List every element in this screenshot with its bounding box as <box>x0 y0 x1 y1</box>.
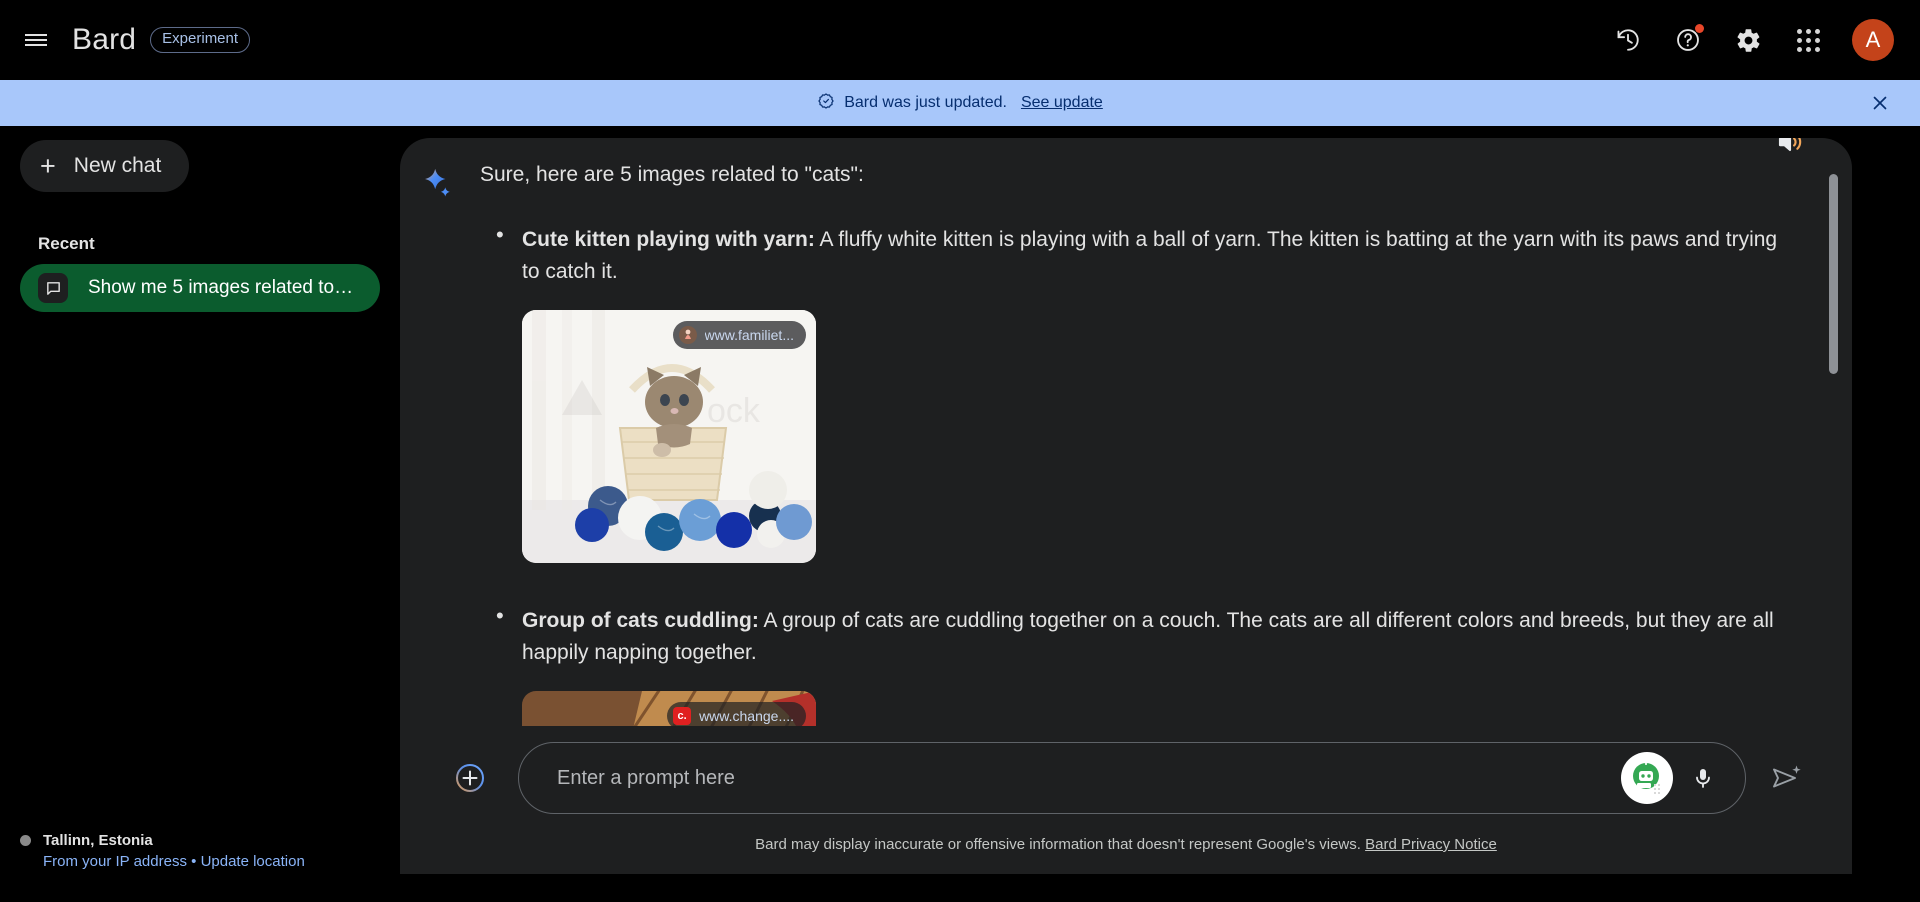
apps-grid-icon[interactable] <box>1784 16 1832 64</box>
chat-panel: Sure, here are 5 images related to "cats… <box>400 138 1852 874</box>
result-image-kitten-basket[interactable]: ock www.familiet... <box>522 310 816 564</box>
hamburger-menu-icon[interactable] <box>12 16 60 64</box>
chat-bubble-icon <box>38 273 68 303</box>
sidebar-item-label: Show me 5 images related to "... <box>88 277 356 298</box>
favicon-label: c. <box>677 710 687 723</box>
result-image-cats-cuddling[interactable]: c. www.change.... <box>522 691 816 730</box>
location-dot-icon <box>20 835 31 846</box>
favicon-icon <box>678 326 697 345</box>
image-result-description: Cute kitten playing with yarn: A fluffy … <box>522 224 1782 288</box>
update-location-link[interactable]: Update location <box>201 853 305 870</box>
verified-badge-icon <box>817 92 835 115</box>
gear-icon[interactable] <box>1724 16 1772 64</box>
location-footer: Tallinn, Estonia From your IP address • … <box>20 832 380 870</box>
scrollbar-thumb[interactable] <box>1829 174 1838 374</box>
close-icon[interactable] <box>1866 89 1894 117</box>
assistant-intro-text: Sure, here are 5 images related to "cats… <box>480 163 864 186</box>
update-banner: Bard was just updated. See update <box>0 80 1920 126</box>
location-separator: • <box>191 853 197 870</box>
google-lens-image-icon[interactable] <box>1621 752 1673 804</box>
experiment-badge: Experiment <box>150 27 251 53</box>
assistant-message: Sure, here are 5 images related to "cats… <box>420 160 1782 730</box>
help-notification-dot <box>1695 24 1704 33</box>
top-app-bar: Bard Experiment A <box>0 0 1920 80</box>
composer-disclaimer: Bard may display inaccurate or offensive… <box>400 836 1852 853</box>
list-item: Cute kitten playing with yarn: A fluffy … <box>480 222 1782 564</box>
plus-circle-icon[interactable] <box>448 756 492 800</box>
new-chat-label: New chat <box>73 154 162 177</box>
privacy-notice-link[interactable]: Bard Privacy Notice <box>1365 836 1497 853</box>
image-result-title: Group of cats cuddling: <box>522 609 759 633</box>
recent-heading: Recent <box>38 234 95 253</box>
new-chat-button[interactable]: + New chat <box>20 140 190 192</box>
speaker-listen-icon[interactable] <box>1770 138 1810 162</box>
prompt-box[interactable] <box>518 742 1746 814</box>
svg-text:ock: ock <box>707 392 761 430</box>
source-chip[interactable]: www.familiet... <box>672 321 806 350</box>
image-result-description: Group of cats cuddling: A group of cats … <box>522 605 1782 669</box>
source-url: www.familiet... <box>704 327 794 344</box>
avatar[interactable]: A <box>1852 19 1894 61</box>
history-icon[interactable] <box>1604 16 1652 64</box>
microphone-icon[interactable] <box>1679 754 1727 802</box>
banner-text: Bard was just updated. <box>844 94 1007 111</box>
list-item: Group of cats cuddling: A group of cats … <box>480 603 1782 730</box>
top-bar-actions: A <box>1604 16 1894 64</box>
favicon-icon: c. <box>673 707 692 726</box>
location-city: Tallinn, Estonia <box>43 832 153 849</box>
brand: Bard Experiment <box>72 23 251 57</box>
sidebar-item-recent-chat[interactable]: Show me 5 images related to "... <box>20 264 380 312</box>
help-icon[interactable] <box>1664 16 1712 64</box>
chat-scrollbar[interactable] <box>1829 174 1838 714</box>
brand-name: Bard <box>72 23 137 56</box>
prompt-input[interactable] <box>557 766 1621 790</box>
conversation: Sure, here are 5 images related to "cats… <box>400 138 1852 730</box>
image-result-title: Cute kitten playing with yarn: <box>522 228 815 252</box>
location-source: From your IP address <box>43 853 187 870</box>
bard-sparkle-icon <box>420 166 458 204</box>
plus-icon: + <box>40 150 56 181</box>
source-url: www.change.... <box>699 708 794 725</box>
disclaimer-text: Bard may display inaccurate or offensive… <box>755 836 1361 853</box>
send-sparkle-icon[interactable] <box>1760 752 1812 804</box>
composer: Bard may display inaccurate or offensive… <box>400 726 1852 874</box>
sidebar: + New chat Recent Show me 5 images relat… <box>0 126 400 902</box>
image-result-list: Cute kitten playing with yarn: A fluffy … <box>480 222 1782 730</box>
see-update-link[interactable]: See update <box>1021 94 1103 112</box>
